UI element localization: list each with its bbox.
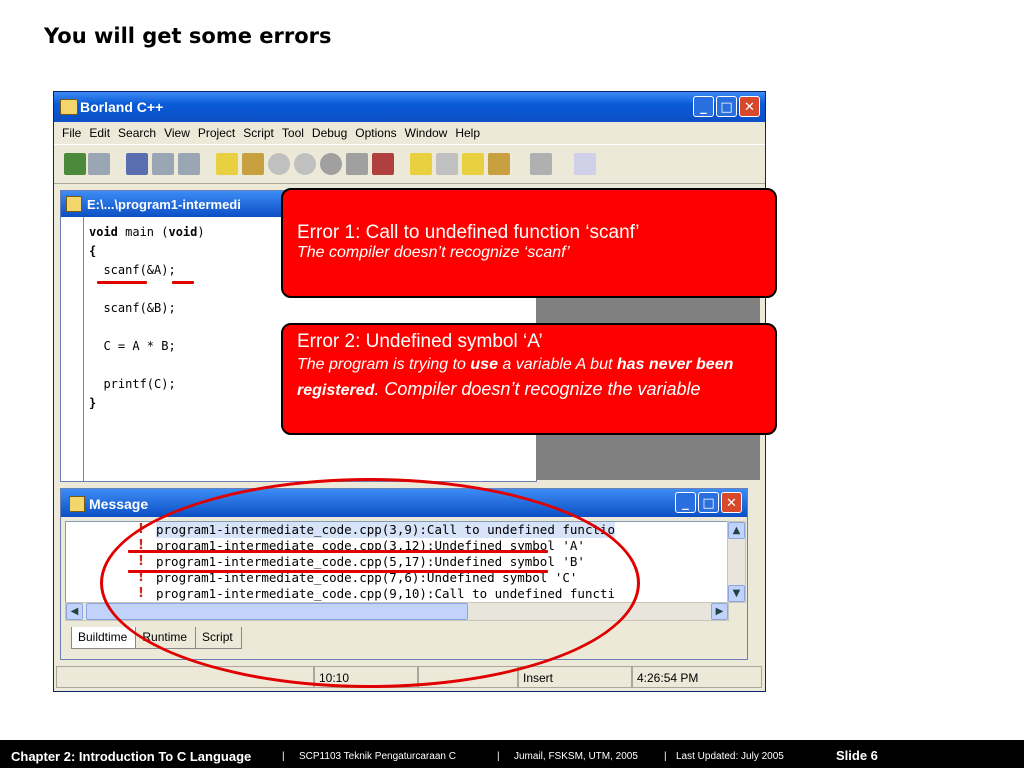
evaluate-icon[interactable] [462, 153, 484, 175]
callout-error-1: Error 1: Call to undefined function ‘sca… [281, 188, 777, 298]
editor-gutter [83, 217, 84, 481]
callout-1-heading: Error 1: Call to undefined function ‘sca… [297, 222, 640, 243]
slide-title: You will get some errors [44, 24, 332, 48]
menu-help[interactable]: Help [453, 122, 486, 144]
menu-bar: File Edit Search View Project Script Too… [54, 122, 765, 144]
editor-title: E:\...\program1-intermedi [87, 197, 241, 212]
menu-project[interactable]: Project [196, 122, 241, 144]
footer-author: Jumail, FSKSM, UTM, 2005 [514, 751, 638, 762]
window-list-icon[interactable] [530, 153, 552, 175]
keyword-void-param: void [168, 225, 198, 239]
slide-footer: Chapter 2: Introduction To C Language | … [0, 740, 1024, 768]
maximize-button[interactable]: □ [716, 96, 737, 117]
code-paren: ) [197, 225, 205, 239]
menu-search[interactable]: Search [116, 122, 162, 144]
callout-2-emph-use: use [470, 356, 498, 373]
menu-script[interactable]: Script [241, 122, 280, 144]
code-line-6: printf(C); [89, 377, 176, 391]
keyword-void: void [89, 225, 118, 239]
menu-tool[interactable]: Tool [280, 122, 310, 144]
code-line-2: { [89, 242, 205, 261]
pause-icon[interactable] [346, 153, 368, 175]
reset-icon[interactable] [372, 153, 394, 175]
minimize-button[interactable]: _ [693, 96, 714, 117]
message-minimize-button[interactable]: _ [675, 492, 696, 513]
step-into-icon[interactable] [294, 153, 316, 175]
code-main: main ( [117, 225, 169, 239]
code-line-1: void main (void) [89, 223, 205, 242]
code-line-7: } [89, 394, 205, 413]
footer-chapter: Chapter 2: Introduction To C Language [11, 749, 252, 764]
menu-debug[interactable]: Debug [310, 122, 353, 144]
callout-2-text: The program is trying to [297, 356, 471, 373]
code-line-3: scanf(&A); [89, 263, 176, 277]
run-icon[interactable] [216, 153, 238, 175]
footer-course: SCP1103 Teknik Pengaturcaraan C [299, 751, 456, 762]
inspect-icon[interactable] [436, 153, 458, 175]
symbol-a-underline [172, 281, 194, 284]
close-brace: } [89, 396, 97, 410]
tab-buildtime[interactable]: Buildtime [71, 627, 137, 649]
callout-2-heading: Error 2: Undefined symbol ‘A’ [297, 331, 543, 352]
source-file-icon [66, 196, 82, 212]
scroll-down-icon[interactable]: ▼ [728, 585, 745, 602]
message-icon [69, 496, 85, 512]
message-title: Message [89, 496, 149, 512]
footer-separator: | [497, 751, 500, 762]
status-time: 4:26:54 PM [632, 666, 762, 688]
callout-2-text: a variable A but [497, 356, 617, 373]
footer-slide-number: Slide 6 [836, 748, 878, 763]
app-icon [60, 99, 78, 115]
menu-view[interactable]: View [162, 122, 196, 144]
error-list-highlight [100, 478, 640, 688]
build-icon[interactable] [178, 153, 200, 175]
close-button[interactable]: ✕ [739, 96, 760, 117]
debug-icon[interactable] [242, 153, 264, 175]
callout-error-2: Error 2: Undefined symbol ‘A’ The progra… [281, 323, 777, 435]
vertical-scrollbar[interactable]: ▲ ▼ [727, 521, 746, 603]
footer-updated: Last Updated: July 2005 [676, 751, 784, 762]
code-area[interactable]: void main (void){ scanf(&A); scanf(&B); … [89, 223, 205, 413]
footer-separator: | [664, 751, 667, 762]
scroll-right-icon[interactable]: ▶ [711, 603, 728, 620]
message-maximize-button[interactable]: □ [698, 492, 719, 513]
make-icon[interactable] [152, 153, 174, 175]
browse-icon[interactable] [410, 153, 432, 175]
compile-icon[interactable] [126, 153, 148, 175]
watch-icon[interactable] [488, 153, 510, 175]
toolbar [54, 144, 765, 184]
open-project-icon[interactable] [64, 153, 86, 175]
scanf-underline [97, 281, 147, 284]
help-pointer-icon[interactable] [574, 153, 596, 175]
callout-2-text: . Compiler doesn’t recognize the variabl… [374, 379, 701, 399]
menu-options[interactable]: Options [353, 122, 402, 144]
scroll-up-icon[interactable]: ▲ [728, 522, 745, 539]
menu-file[interactable]: File [60, 122, 87, 144]
callout-1-subtext: The compiler doesn’t recognize ‘scanf’ [297, 244, 570, 261]
code-line-5: C = A * B; [89, 339, 176, 353]
footer-separator: | [282, 751, 285, 762]
scroll-left-icon[interactable]: ◀ [66, 603, 83, 620]
menu-window[interactable]: Window [403, 122, 454, 144]
breakpoint-icon[interactable] [320, 153, 342, 175]
message-close-button[interactable]: ✕ [721, 492, 742, 513]
code-line-4: scanf(&B); [89, 301, 176, 315]
step-over-icon[interactable] [268, 153, 290, 175]
open-brace: { [89, 244, 97, 258]
menu-edit[interactable]: Edit [87, 122, 116, 144]
window-title: Borland C++ [80, 99, 164, 115]
status-mode: Insert [518, 666, 632, 688]
save-icon[interactable] [88, 153, 110, 175]
title-bar[interactable]: Borland C++ _ □ ✕ [54, 92, 765, 122]
